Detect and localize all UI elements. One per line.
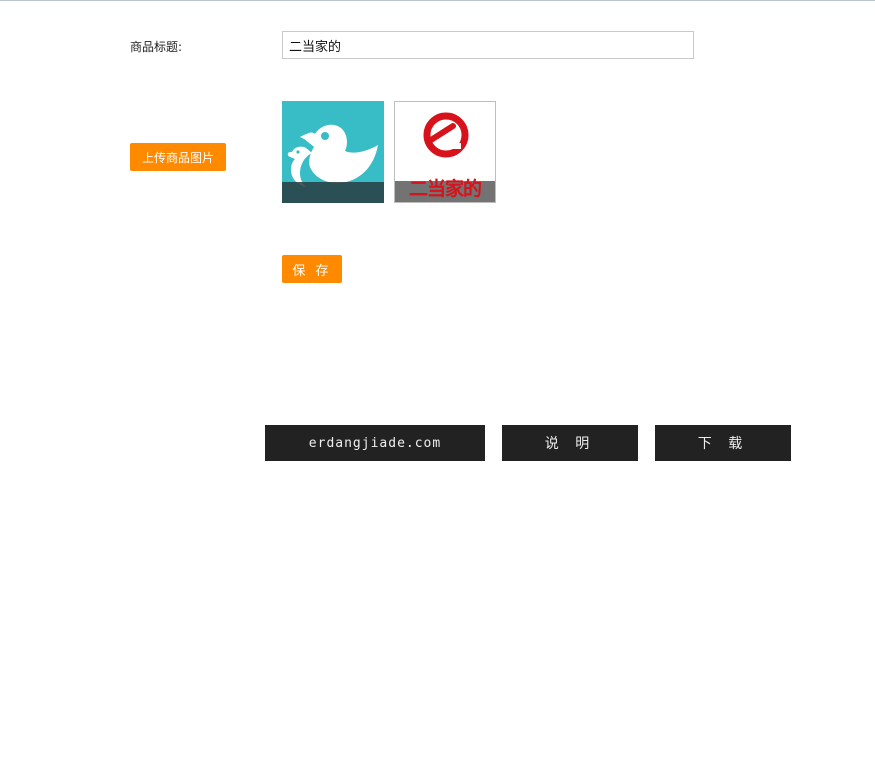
help-button[interactable]: 说 明 [502,425,638,461]
logo-wordmark: 二当家的 [408,178,482,200]
title-label: 商品标题: [130,40,183,54]
site-link[interactable]: erdangjiade.com [265,425,485,461]
title-input[interactable] [282,31,694,59]
top-rule [0,0,875,1]
upload-image-button[interactable]: 上传商品图片 [130,143,226,171]
product-image-thumbnail[interactable]: 二当家的 [394,101,496,203]
product-image-thumbnail[interactable] [282,101,384,203]
download-button[interactable]: 下 载 [655,425,791,461]
thumbnail-overlay-bar [282,182,384,203]
save-button[interactable]: 保 存 [282,255,342,283]
